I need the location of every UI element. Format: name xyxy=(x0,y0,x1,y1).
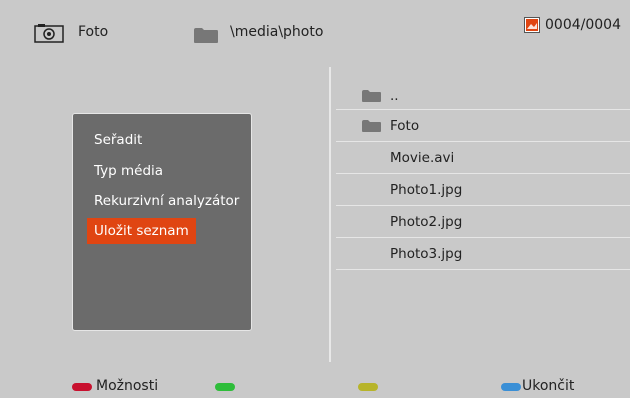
folder-icon xyxy=(362,90,381,102)
file-name: Foto xyxy=(390,118,420,134)
color-key-bar: Možnosti Ukončit xyxy=(0,368,630,398)
list-item[interactable]: .. xyxy=(336,80,630,110)
panel-divider xyxy=(329,67,331,362)
folder-icon xyxy=(362,120,381,132)
list-item[interactable]: Foto xyxy=(336,110,630,142)
list-item[interactable]: Photo2.jpg xyxy=(336,206,630,238)
header-bar: Foto \media\photo 0004/0004 xyxy=(0,0,630,62)
list-item[interactable]: Photo3.jpg xyxy=(336,238,630,270)
file-list: .. Foto Movie.avi Photo1.jpg Photo2.jpg … xyxy=(336,80,630,270)
file-name: .. xyxy=(390,88,399,104)
photo-icon xyxy=(524,17,540,33)
menu-item-media-type[interactable]: Typ média xyxy=(87,158,170,184)
menu-item-recursive-parser[interactable]: Rekurzivní analyzátor xyxy=(87,188,246,214)
file-name: Photo2.jpg xyxy=(390,214,463,230)
camera-icon xyxy=(34,24,64,43)
exit-label: Ukončit xyxy=(522,378,575,394)
menu-item-save-list[interactable]: Uložit seznam xyxy=(87,218,196,244)
file-name: Movie.avi xyxy=(390,150,455,166)
current-path: \media\photo xyxy=(230,24,324,40)
yellow-key-icon[interactable] xyxy=(358,383,378,391)
list-item[interactable]: Movie.avi xyxy=(336,142,630,174)
red-key-icon[interactable] xyxy=(72,383,92,391)
blue-key-icon[interactable] xyxy=(501,383,521,391)
file-name: Photo1.jpg xyxy=(390,182,463,198)
page-title: Foto xyxy=(78,24,109,40)
folder-icon xyxy=(194,28,218,43)
file-name: Photo3.jpg xyxy=(390,246,463,262)
menu-item-sort[interactable]: Seřadit xyxy=(87,127,149,153)
green-key-icon[interactable] xyxy=(215,383,235,391)
list-item[interactable]: Photo1.jpg xyxy=(336,174,630,206)
item-counter: 0004/0004 xyxy=(545,17,621,33)
options-menu: Seřadit Typ média Rekurzivní analyzátor … xyxy=(72,113,252,331)
options-label: Možnosti xyxy=(96,378,159,394)
